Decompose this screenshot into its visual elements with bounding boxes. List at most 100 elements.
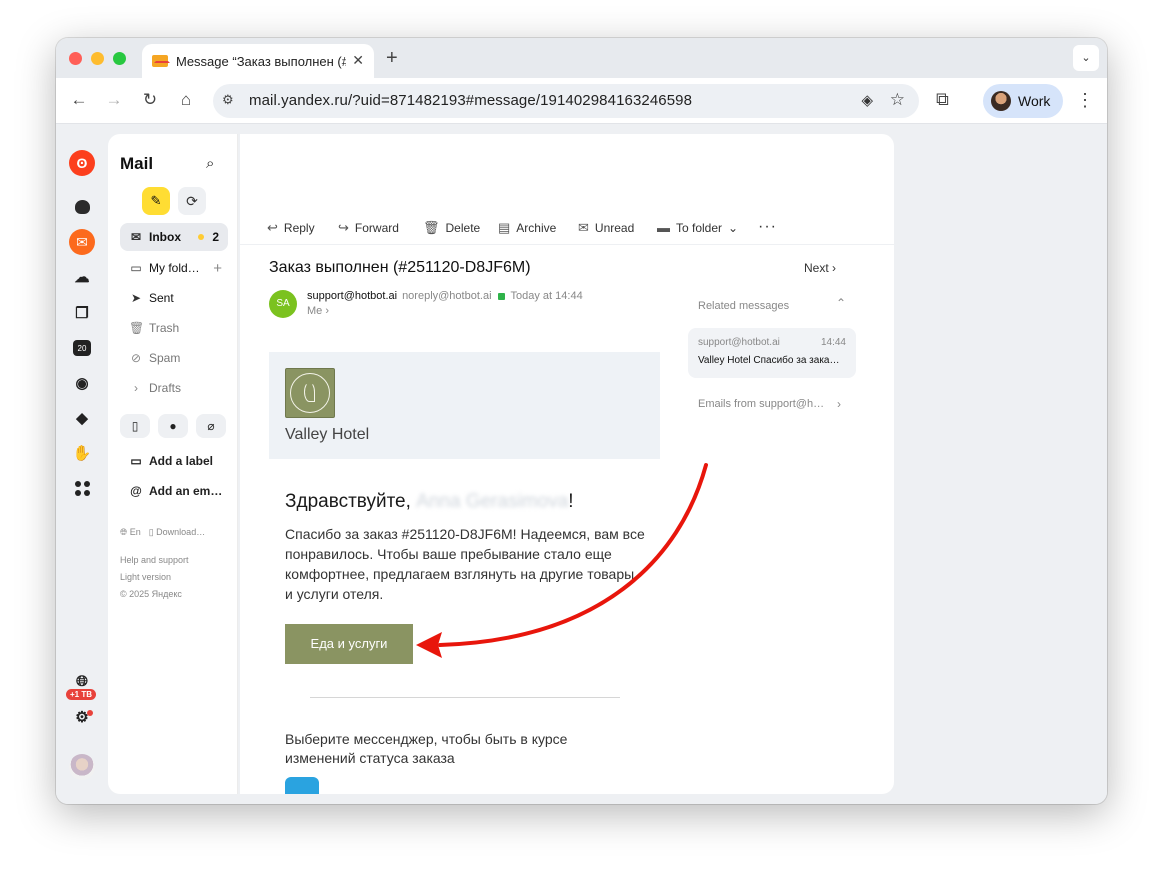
calendar-icon[interactable]: 20 bbox=[69, 335, 95, 361]
profile-avatar bbox=[991, 91, 1011, 111]
compose-button[interactable]: ✎ bbox=[142, 187, 170, 215]
tab-close-icon[interactable]: ✕ bbox=[352, 52, 364, 69]
tab-list-dropdown[interactable]: ⌄ bbox=[1073, 45, 1099, 71]
disk-icon[interactable]: ☁ bbox=[69, 264, 95, 290]
folder-label: Trash bbox=[149, 321, 180, 335]
folder-label: Sent bbox=[149, 291, 174, 305]
more-actions-icon[interactable]: ··· bbox=[758, 218, 777, 236]
profile-name: Work bbox=[1018, 93, 1051, 109]
back-button[interactable]: ← bbox=[68, 90, 90, 110]
browser-menu-icon[interactable]: ⋮ bbox=[1076, 90, 1094, 111]
related-time: 14:44 bbox=[820, 337, 846, 348]
messenger-icon[interactable]: ◉ bbox=[69, 370, 95, 396]
unread-count: 2 bbox=[212, 230, 219, 244]
notes-icon[interactable]: ◆ bbox=[69, 405, 95, 431]
light-version-link[interactable]: Light version bbox=[120, 572, 171, 582]
sender-avatar[interactable]: SA bbox=[269, 290, 297, 318]
all-services-icon[interactable] bbox=[69, 475, 95, 501]
yandex-logo-icon[interactable]: ʘ bbox=[69, 150, 95, 176]
message-toolbar: ↩ Reply ↪ Forward 🗑︎ Delete ▤ Archive ✉ Unrea… bbox=[240, 218, 894, 244]
mail-title: Mail bbox=[120, 154, 154, 173]
url-text[interactable]: mail.yandex.ru/?uid=871482193#message/19… bbox=[249, 92, 692, 109]
folder-icon: ▭ bbox=[130, 261, 142, 275]
hotel-name: Valley Hotel bbox=[285, 426, 370, 443]
add-label-button[interactable]: ▭ Add a label bbox=[120, 454, 213, 468]
documents-icon[interactable]: ❐ bbox=[69, 300, 95, 326]
folder-spam[interactable]: ⊘ Spam bbox=[120, 344, 228, 372]
sender-email[interactable]: noreply@hotbot.ai bbox=[402, 290, 491, 302]
sender-info: support@hotbot.ai noreply@hotbot.ai Toda… bbox=[307, 290, 583, 302]
alice-icon[interactable] bbox=[69, 194, 95, 220]
extensions-icon[interactable]: ⧉ bbox=[936, 89, 949, 110]
reply-icon: ↩ bbox=[267, 220, 278, 235]
translate-icon[interactable]: ◈ bbox=[861, 91, 873, 109]
unread-button[interactable]: ✉ Unread bbox=[578, 220, 634, 236]
recipient-line[interactable]: Me › bbox=[307, 305, 329, 317]
chevron-right-icon[interactable]: › bbox=[837, 397, 841, 411]
search-icon[interactable]: ⌕ bbox=[206, 155, 214, 172]
bookmark-star-icon[interactable]: ☆ bbox=[890, 90, 905, 110]
next-message-link[interactable]: Next › bbox=[804, 261, 836, 275]
forward-button[interactable]: → bbox=[103, 90, 125, 110]
related-message-item[interactable]: support@hotbot.ai 14:44 Valley Hotel Спа… bbox=[688, 328, 856, 378]
folder-panel: Mail ⌕ ✎ ⟳ ✉ Inbox 2 ▭ My fold… + ➤ Sent… bbox=[108, 134, 238, 794]
close-window-button[interactable] bbox=[69, 52, 82, 65]
site-settings-icon[interactable]: ⚙ bbox=[222, 92, 234, 108]
download-link[interactable]: ▯ Download… bbox=[149, 527, 205, 538]
minimize-window-button[interactable] bbox=[91, 52, 104, 65]
profile-button[interactable]: Work bbox=[983, 84, 1063, 118]
related-from: support@hotbot.ai bbox=[698, 337, 780, 348]
new-tab-button[interactable]: + bbox=[386, 47, 398, 70]
reply-button[interactable]: ↩ Reply bbox=[267, 220, 315, 236]
folder-label: Drafts bbox=[149, 381, 182, 395]
help-link[interactable]: Help and support bbox=[120, 555, 189, 565]
related-messages-title: Related messages bbox=[698, 300, 790, 312]
forward-button[interactable]: ↪ Forward bbox=[338, 220, 399, 236]
trash-icon: 🗑︎ bbox=[129, 321, 145, 335]
maximize-window-button[interactable] bbox=[113, 52, 126, 65]
spam-icon: ⊘ bbox=[130, 351, 142, 365]
add-email-button[interactable]: @ Add an em… bbox=[120, 484, 222, 498]
folder-inbox[interactable]: ✉ Inbox 2 bbox=[120, 223, 228, 251]
chevron-up-icon[interactable]: ⌃ bbox=[836, 296, 846, 310]
message-time: Today at 14:44 bbox=[510, 290, 583, 302]
messenger-prompt: Выберите мессенджер, чтобы быть в курсе … bbox=[285, 731, 568, 766]
verified-lock-icon bbox=[497, 292, 505, 300]
home-button[interactable]: ⌂ bbox=[175, 90, 197, 110]
address-bar[interactable]: ⚙ mail.yandex.ru/?uid=871482193#message/… bbox=[213, 84, 919, 118]
user-avatar[interactable] bbox=[69, 754, 95, 780]
storage-badge: +1 TB bbox=[66, 689, 97, 700]
at-icon: @ bbox=[130, 484, 142, 498]
emails-from-sender-link[interactable]: Emails from support@h… bbox=[698, 398, 838, 410]
notification-dot bbox=[87, 710, 93, 716]
browser-tab[interactable]: Message “Заказ выполнен (# ✕ bbox=[142, 44, 374, 78]
folder-my-folders[interactable]: ▭ My fold… + bbox=[120, 254, 228, 282]
page-content: ʘ ✉ ☁ ❐ 20 ◉ ◆ ✋ 🌐︎ +1 TB ⚙ Mail ⌕ ✎ ⟳ ✉… bbox=[56, 124, 1107, 804]
folder-trash[interactable]: 🗑︎ Trash bbox=[120, 314, 228, 342]
recipient-name-blurred: Anna Gerasimova bbox=[416, 491, 569, 512]
folder-sent[interactable]: ➤ Sent bbox=[120, 284, 228, 312]
reload-button[interactable]: ↻ bbox=[139, 90, 161, 110]
hotel-banner: Valley Hotel bbox=[269, 352, 660, 459]
unread-filter-button[interactable]: ● bbox=[158, 414, 188, 438]
add-folder-icon[interactable]: + bbox=[213, 260, 222, 277]
to-folder-button[interactable]: ▬ To folder ⌄ bbox=[657, 220, 738, 235]
mail-service-icon[interactable]: ✉ bbox=[69, 229, 95, 255]
delete-button[interactable]: 🗑︎ Delete bbox=[423, 220, 480, 236]
telemost-icon[interactable]: ✋ bbox=[69, 440, 95, 466]
settings-gear-icon[interactable]: ⚙ bbox=[69, 704, 95, 730]
unread-dot bbox=[198, 234, 204, 240]
language-switch[interactable]: 🌐︎ En bbox=[120, 527, 141, 538]
archive-button[interactable]: ▤ Archive bbox=[498, 220, 556, 236]
email-body-text: Спасибо за заказ #251120-D8JF6M! Надеемс… bbox=[285, 526, 645, 602]
chevron-down-icon: ⌄ bbox=[728, 220, 739, 235]
telegram-icon[interactable] bbox=[285, 777, 319, 794]
refresh-button[interactable]: ⟳ bbox=[178, 187, 206, 215]
food-services-button[interactable]: Еда и услуги bbox=[285, 624, 413, 664]
bookmark-filter-button[interactable]: ▯ bbox=[120, 414, 150, 438]
folder-drafts[interactable]: › Drafts bbox=[120, 374, 228, 402]
mail-envelope-icon bbox=[152, 55, 170, 67]
forward-icon: ↪ bbox=[338, 220, 349, 235]
sender-name[interactable]: support@hotbot.ai bbox=[307, 290, 397, 302]
attachment-filter-button[interactable]: ⌀ bbox=[196, 414, 226, 438]
